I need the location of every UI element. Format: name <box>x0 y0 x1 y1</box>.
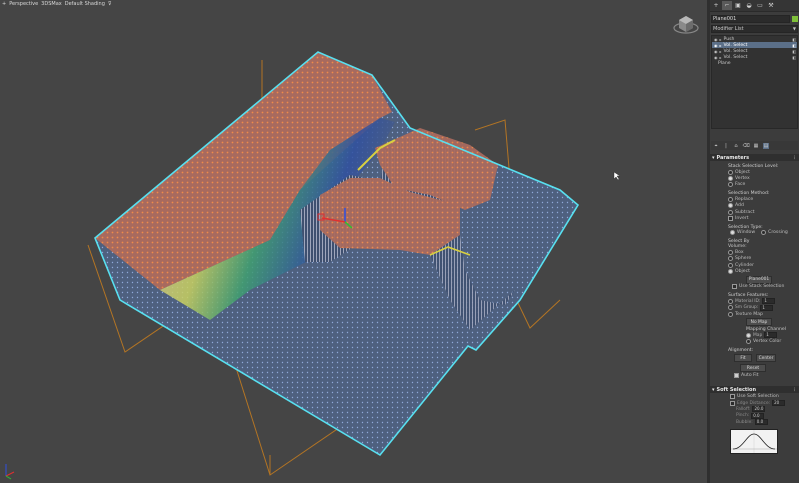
stack-options-icon[interactable]: ▤ <box>763 142 769 149</box>
collapse-icon: ▾ <box>712 154 715 161</box>
create-tab-icon[interactable]: + <box>711 1 721 10</box>
stack-item-label: Vol. Select <box>723 54 748 60</box>
smoothing-spinner[interactable]: 1 <box>760 304 774 311</box>
eye-icon[interactable]: ◉ <box>714 55 718 60</box>
stack-item-label: Vol. Select <box>723 42 748 48</box>
viewport-view-label[interactable]: Perspective <box>9 1 38 7</box>
parameters-rollout-header[interactable]: ▾ Parameters ⋮ <box>710 154 799 161</box>
mouse-cursor <box>613 171 621 181</box>
remove-modifier-icon[interactable]: ⌫ <box>742 143 749 149</box>
soft-selection-rollout-header[interactable]: ▾ Soft Selection ⋮ <box>710 386 799 394</box>
command-panel-tabs: + ⌐ ▣ ◒ ▭ ⚒ <box>710 0 799 12</box>
expand-icon[interactable]: ▸ <box>720 43 722 48</box>
utilities-tab-icon[interactable]: ⚒ <box>766 1 776 10</box>
axis-tripod-icon <box>5 464 15 480</box>
eye-icon[interactable]: ◉ <box>714 37 718 42</box>
radio-map[interactable] <box>746 332 751 338</box>
pinch-spinner[interactable]: 0.0 <box>751 412 765 419</box>
radio-face[interactable]: Face <box>728 182 799 188</box>
show-end-result-icon[interactable]: | <box>723 143 729 149</box>
parameters-title: Parameters <box>716 154 750 161</box>
viewport-filter-icon[interactable]: ⊽ <box>108 1 112 7</box>
pin-icon: ◧ <box>792 42 796 48</box>
material-id-spinner[interactable]: 1 <box>762 298 776 305</box>
fit-button[interactable]: Fit <box>734 354 752 363</box>
viewport-preset-label[interactable]: 3DSMax <box>41 1 62 7</box>
modifier-stack[interactable]: ◉ ▸ Push ◧ ◉ ▸ Vol. Select ◧ ◉ ▸ Vol. Se… <box>711 35 798 129</box>
motion-tab-icon[interactable]: ◒ <box>744 1 754 10</box>
stack-toolbar: ⌖ | ⌂ ⌫ ▦ ▤ <box>711 141 798 150</box>
falloff-spinner[interactable]: 20.0 <box>752 406 766 413</box>
alignment-title: Alignment: <box>728 348 754 354</box>
object-name-row: Plane001 <box>711 15 798 23</box>
stack-item-plane[interactable]: Plane <box>712 60 797 66</box>
map-channel-spinner[interactable]: 1 <box>764 332 778 339</box>
viewport-labels: + Perspective 3DSMax Default Shading ⊽ <box>2 1 112 7</box>
soft-selection-title: Soft Selection <box>716 386 757 393</box>
eye-icon[interactable]: ◉ <box>714 49 718 54</box>
object-name-field[interactable]: Plane001 <box>711 15 790 23</box>
stack-item-label: Push <box>723 36 735 42</box>
modifier-list-dropdown[interactable]: Modifier List ▼ <box>711 25 798 33</box>
object-color-swatch[interactable] <box>792 16 798 22</box>
radio-material-id[interactable] <box>728 298 733 304</box>
pin-icon: ◧ <box>792 54 796 60</box>
alignment-buttons: Fit Center <box>734 354 799 363</box>
pick-object-button[interactable]: Plane001 <box>746 275 772 284</box>
perspective-viewport[interactable]: + Perspective 3DSMax Default Shading ⊽ <box>0 0 707 483</box>
expand-icon[interactable]: ▸ <box>720 37 722 42</box>
command-panel: + ⌐ ▣ ◒ ▭ ⚒ Plane001 Modifier List ▼ ◉ ▸… <box>710 0 799 483</box>
modify-tab-icon[interactable]: ⌐ <box>722 1 732 10</box>
eye-icon[interactable]: ◉ <box>714 43 718 48</box>
collapse-icon: ▾ <box>712 386 715 393</box>
pin-icon: ◧ <box>792 36 796 42</box>
hierarchy-tab-icon[interactable]: ▣ <box>733 1 743 10</box>
no-map-button[interactable]: No Map <box>746 318 772 327</box>
bubble-row: Bubble: 0.0 <box>736 419 799 426</box>
checkbox-edge-distance[interactable] <box>730 400 735 406</box>
center-button[interactable]: Center <box>756 354 776 363</box>
pin-stack-icon[interactable]: ⌖ <box>713 143 719 149</box>
radio-texture-map[interactable]: Texture Map <box>728 311 799 317</box>
radio-volume-object[interactable]: Object <box>728 268 799 274</box>
display-tab-icon[interactable]: ▭ <box>755 1 765 10</box>
reset-button[interactable]: Reset <box>740 364 766 373</box>
checkbox-use-stack-selection[interactable]: Use Stack Selection <box>732 284 799 290</box>
radio-window[interactable] <box>730 230 735 236</box>
viewport-menu-plus[interactable]: + <box>2 1 6 7</box>
bubble-spinner[interactable]: 0.0 <box>754 419 768 426</box>
radio-smoothing[interactable] <box>728 305 733 311</box>
rollout-grip-icon: ⋮ <box>792 154 797 161</box>
radio-vertex-color[interactable]: Vertex Color <box>746 339 799 345</box>
chevron-down-icon: ▼ <box>792 26 796 31</box>
scene-render[interactable] <box>0 0 707 483</box>
expand-icon[interactable]: ▸ <box>720 49 722 54</box>
viewport-shading-label[interactable]: Default Shading <box>65 1 105 7</box>
selection-type-row: Window Crossing <box>730 230 799 236</box>
make-unique-icon[interactable]: ⌂ <box>733 143 739 149</box>
checkbox-invert[interactable]: Invert <box>728 215 799 222</box>
pin-icon: ◧ <box>792 48 796 54</box>
expand-icon[interactable]: ▸ <box>720 55 722 60</box>
radio-crossing[interactable] <box>761 230 767 236</box>
falloff-curve-graph <box>730 429 778 455</box>
viewcube-icon[interactable] <box>672 8 700 36</box>
checkbox-auto-fit[interactable]: Auto Fit <box>734 372 799 378</box>
stack-item-label: Vol. Select <box>723 48 748 54</box>
edge-distance-spinner[interactable]: 20 <box>772 400 786 406</box>
modifier-list-label: Modifier List <box>713 26 744 32</box>
rollout-grip-icon: ⋮ <box>792 386 797 393</box>
configure-sets-icon[interactable]: ▦ <box>753 143 759 149</box>
stack-item-label: Plane <box>718 60 731 66</box>
